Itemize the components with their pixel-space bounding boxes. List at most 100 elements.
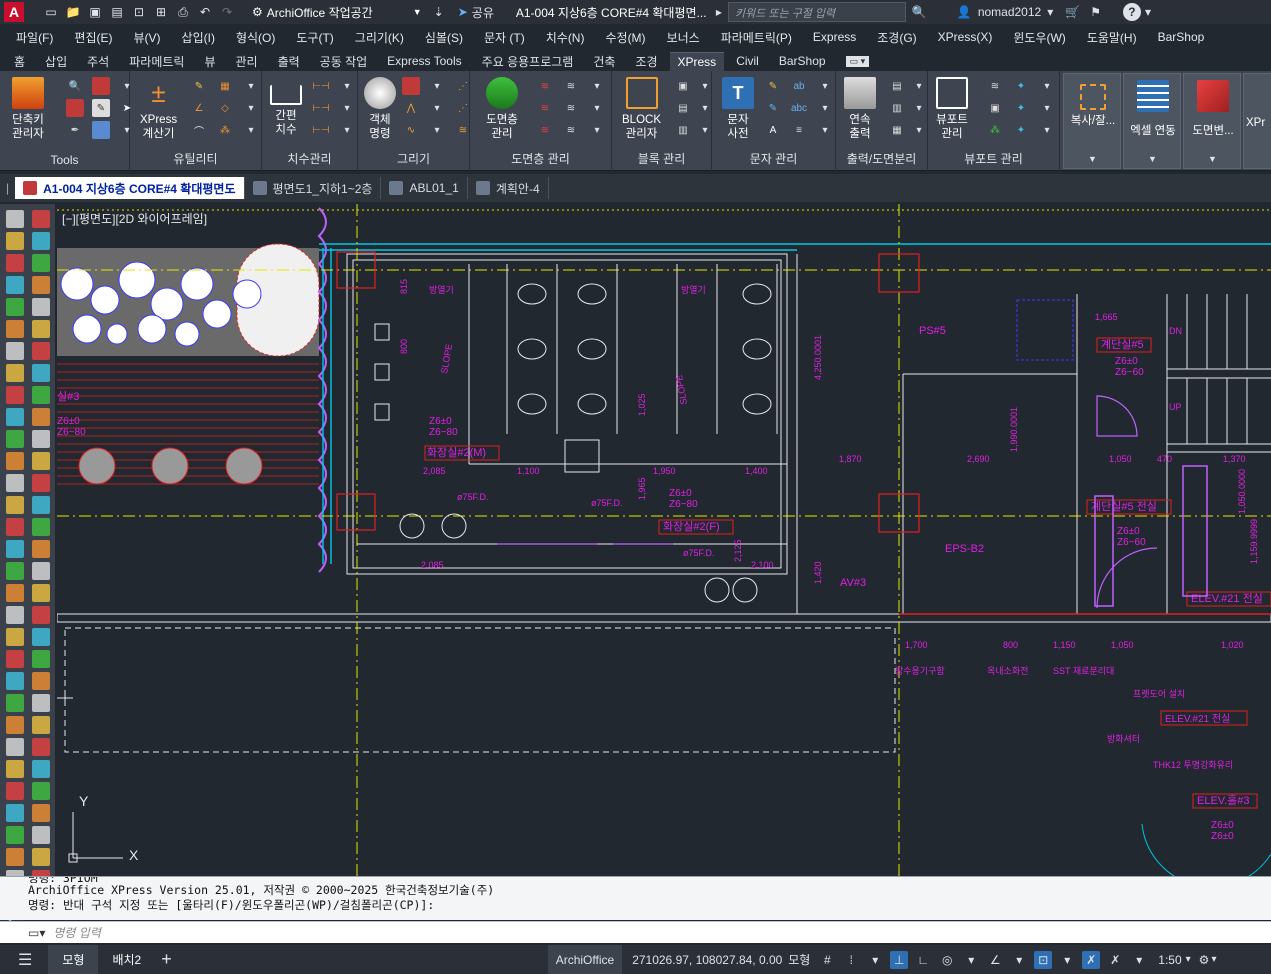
undo-icon[interactable]: ↶ [196, 3, 214, 21]
left-tool-icon[interactable] [6, 496, 24, 514]
left-tool-icon[interactable] [6, 738, 24, 756]
layer-off-icon[interactable]: ≋ [536, 121, 554, 139]
ribbon-tab[interactable]: 조경 [635, 53, 657, 70]
left-tool-icon[interactable] [6, 804, 24, 822]
simple-dimension-button[interactable]: 간편 치수 [270, 77, 302, 137]
user-account[interactable]: 👤 nomad2012 ▾ [957, 5, 1053, 19]
vp-lock-icon[interactable]: ✦ [1012, 99, 1030, 117]
object-command-button[interactable]: 객체 명령 [364, 77, 396, 141]
left-tool-icon[interactable] [6, 584, 24, 602]
xpress-extra-panel[interactable]: XPr [1243, 73, 1271, 169]
ribbon-tab[interactable]: Express Tools [387, 54, 461, 68]
left-tool-icon[interactable] [6, 628, 24, 646]
dropdown-icon[interactable]: ▾ [588, 121, 606, 139]
xpress-calculator-button[interactable]: ± XPress 계산기 [140, 77, 177, 141]
batch-print-button[interactable]: 연속 출력 [844, 77, 876, 141]
left-tool-icon[interactable] [32, 628, 50, 646]
dropdown-icon[interactable]: ▾ [428, 77, 446, 95]
left-tool-icon[interactable] [6, 694, 24, 712]
left-tool-icon[interactable] [6, 298, 24, 316]
vp-layer-icon[interactable]: ≋ [986, 77, 1004, 95]
left-tool-icon[interactable] [32, 562, 50, 580]
left-tool-icon[interactable] [6, 276, 24, 294]
xpress-extra-button[interactable]: XPr [1246, 116, 1265, 130]
menu-item[interactable]: 파라메트릭(P) [721, 29, 792, 46]
vp-move-icon[interactable]: ✦ [1012, 121, 1030, 139]
customize-icon[interactable]: ⇣ [434, 5, 444, 19]
left-tool-icon[interactable] [32, 716, 50, 734]
dropdown-icon[interactable]: ▾ [338, 99, 356, 117]
text-edit-icon[interactable]: ✎ [764, 77, 782, 95]
text-a-icon[interactable]: A [764, 121, 782, 139]
left-tool-icon[interactable] [6, 848, 24, 866]
chevron-down-icon[interactable]: ▾ [1211, 954, 1216, 965]
new-file-icon[interactable]: ▭ [42, 3, 60, 21]
dropdown-icon[interactable]: ▾ [1038, 99, 1056, 117]
menu-item[interactable]: 도움말(H) [1087, 29, 1137, 46]
left-tool-icon[interactable] [32, 452, 50, 470]
workspace-selector[interactable]: ⚙ ArchiOffice 작업공간 ▼ [248, 2, 426, 22]
spline-icon[interactable]: ∿ [402, 121, 420, 139]
viewport-manager-button[interactable]: 뷰포트 관리 [936, 77, 968, 141]
annotation-icon[interactable]: ✗ [1082, 950, 1101, 969]
left-tool-icon[interactable] [32, 782, 50, 800]
menu-item[interactable]: 형식(O) [236, 29, 275, 46]
search-input[interactable]: 키워드 또는 구절 입력 [727, 2, 906, 22]
ribbon-tab[interactable]: 공동 작업 [320, 53, 368, 70]
left-tool-icon[interactable] [32, 430, 50, 448]
layer-iso-icon[interactable]: ≋ [562, 99, 580, 117]
left-tool-icon[interactable] [32, 518, 50, 536]
excel-link-button[interactable]: 엑셀 연동 [1126, 80, 1180, 138]
save-as-icon[interactable]: ▤ [108, 3, 126, 21]
shape-icon[interactable]: ◇ [216, 99, 234, 117]
left-tool-icon[interactable] [6, 826, 24, 844]
tag-icon[interactable] [92, 121, 110, 139]
left-tool-icon[interactable] [32, 496, 50, 514]
chevron-down-icon[interactable]: ▾ [1186, 954, 1191, 965]
left-tool-icon[interactable] [6, 474, 24, 492]
isodraft-icon[interactable]: ◎ [938, 951, 956, 969]
annotation-scale-icon[interactable]: ✗ [1106, 951, 1124, 969]
menu-icon[interactable]: | [6, 181, 9, 195]
left-tool-icon[interactable] [32, 474, 50, 492]
ribbon-tab[interactable]: 출력 [278, 53, 300, 70]
paint-icon[interactable]: ✒ [66, 121, 84, 139]
dropdown-icon[interactable]: ▾ [1010, 951, 1028, 969]
dropdown-icon[interactable]: ▾ [910, 121, 928, 139]
left-tool-icon[interactable] [6, 452, 24, 470]
open-web-icon[interactable]: ⊡ [130, 3, 148, 21]
dropdown-icon[interactable]: ▾ [866, 951, 884, 969]
ribbon-tab[interactable]: 주석 [87, 53, 109, 70]
block-edit-icon[interactable]: ▤ [674, 99, 692, 117]
left-tool-icon[interactable] [6, 210, 24, 228]
print-file-icon[interactable]: ▤ [888, 77, 906, 95]
block-attr-icon[interactable]: ▥ [674, 121, 692, 139]
left-tool-icon[interactable] [32, 342, 50, 360]
left-tool-icon[interactable] [6, 408, 24, 426]
save-icon[interactable]: ▣ [86, 3, 104, 21]
dropdown-icon[interactable]: ▾ [962, 951, 980, 969]
viewport-controls[interactable]: [−][평면도][2D 와이어프레임] [62, 210, 207, 227]
chevron-right-icon[interactable]: ▸ [716, 5, 722, 19]
dropdown-icon[interactable]: ▾ [242, 121, 260, 139]
left-tool-icon[interactable] [32, 848, 50, 866]
pattern-icon[interactable]: ▦ [216, 77, 234, 95]
text-abc-icon[interactable]: abc [790, 99, 808, 117]
drawing-convert-button[interactable]: 도면변... [1186, 80, 1240, 138]
gear-icon[interactable]: ⚙ [1199, 953, 1210, 967]
doc-tab[interactable]: 계획안-4 [468, 177, 549, 199]
left-tool-icon[interactable] [32, 408, 50, 426]
vp-add-icon[interactable]: ✦ [1012, 77, 1030, 95]
left-tool-icon[interactable] [6, 320, 24, 338]
dropdown-icon[interactable]: ▾ [338, 121, 356, 139]
model-space-toggle[interactable]: 모형 [788, 951, 810, 968]
polar-icon[interactable]: ∟ [914, 951, 932, 969]
layout-tab[interactable]: 배치2 [98, 945, 155, 974]
dropdown-icon[interactable]: ▾ [816, 121, 834, 139]
menu-item[interactable]: 그리기(K) [355, 29, 404, 46]
left-tool-icon[interactable] [6, 716, 24, 734]
ribbon-tab[interactable]: 관리 [235, 53, 257, 70]
dropdown-icon[interactable]: ▾ [910, 99, 928, 117]
text-style-icon[interactable]: ≡ [790, 121, 808, 139]
left-tool-icon[interactable] [32, 650, 50, 668]
